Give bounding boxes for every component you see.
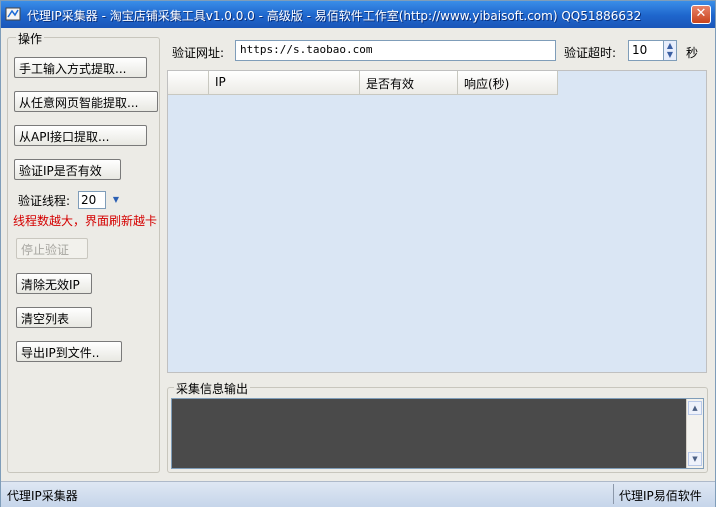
column-header-response[interactable]: 响应(秒): [458, 71, 558, 95]
chevron-up-icon: ▲: [666, 41, 674, 50]
timeout-stepper[interactable]: ▲ ▼: [663, 40, 677, 61]
status-divider: [613, 484, 614, 504]
table-header: IP 是否有效 响应(秒): [168, 71, 558, 95]
close-button[interactable]: ✕: [691, 5, 711, 24]
url-input[interactable]: https://s.taobao.com: [235, 40, 556, 61]
threads-label: 验证线程:: [18, 194, 71, 208]
timeout-unit: 秒: [686, 46, 699, 60]
main-window: 代理IP采集器 - 淘宝店铺采集工具v1.0.0.0 - 高级版 - 易佰软件工…: [0, 0, 716, 507]
column-header-valid[interactable]: 是否有效: [360, 71, 458, 95]
timeout-input[interactable]: 10: [628, 40, 664, 61]
output-group-label: 采集信息输出: [174, 380, 251, 397]
app-icon: [5, 7, 21, 21]
output-textarea[interactable]: ▲ ▼: [171, 398, 704, 469]
threads-input[interactable]: 20: [78, 191, 106, 209]
title-bar[interactable]: 代理IP采集器 - 淘宝店铺采集工具v1.0.0.0 - 高级版 - 易佰软件工…: [1, 1, 715, 28]
timeout-label: 验证超时:: [564, 46, 617, 60]
threads-warning: 线程数越大，界面刷新越卡: [13, 214, 158, 228]
operations-group-label: 操作: [16, 30, 45, 47]
status-left-text: 代理IP采集器: [7, 489, 78, 503]
column-header-ip[interactable]: IP: [209, 71, 360, 95]
status-right-text: 代理IP易佰软件: [619, 489, 702, 503]
clear-list-button[interactable]: 清空列表: [16, 307, 92, 328]
url-label: 验证网址:: [172, 46, 225, 60]
window-title: 代理IP采集器 - 淘宝店铺采集工具v1.0.0.0 - 高级版 - 易佰软件工…: [27, 9, 642, 23]
api-extract-button[interactable]: 从API接口提取...: [14, 125, 147, 146]
scroll-down-icon[interactable]: ▼: [688, 452, 702, 466]
close-icon: ✕: [695, 6, 707, 21]
output-scrollbar[interactable]: ▲ ▼: [686, 399, 703, 468]
export-ip-button[interactable]: 导出IP到文件..: [16, 341, 122, 362]
stop-verify-button[interactable]: 停止验证: [16, 238, 88, 259]
status-bar: 代理IP采集器 代理IP易佰软件: [1, 481, 715, 507]
clear-invalid-button[interactable]: 清除无效IP: [16, 273, 92, 294]
ip-table[interactable]: IP 是否有效 响应(秒): [167, 70, 707, 373]
column-header-index[interactable]: [168, 71, 209, 95]
output-group: 采集信息输出 ▲ ▼: [167, 380, 708, 473]
scroll-up-icon[interactable]: ▲: [688, 401, 702, 415]
chevron-down-icon: ▼: [666, 50, 674, 59]
webpage-extract-button[interactable]: 从任意网页智能提取...: [14, 91, 158, 112]
manual-input-button[interactable]: 手工输入方式提取...: [14, 57, 147, 78]
verify-ip-button[interactable]: 验证IP是否有效: [14, 159, 121, 180]
chevron-down-icon[interactable]: ▼: [110, 194, 122, 206]
